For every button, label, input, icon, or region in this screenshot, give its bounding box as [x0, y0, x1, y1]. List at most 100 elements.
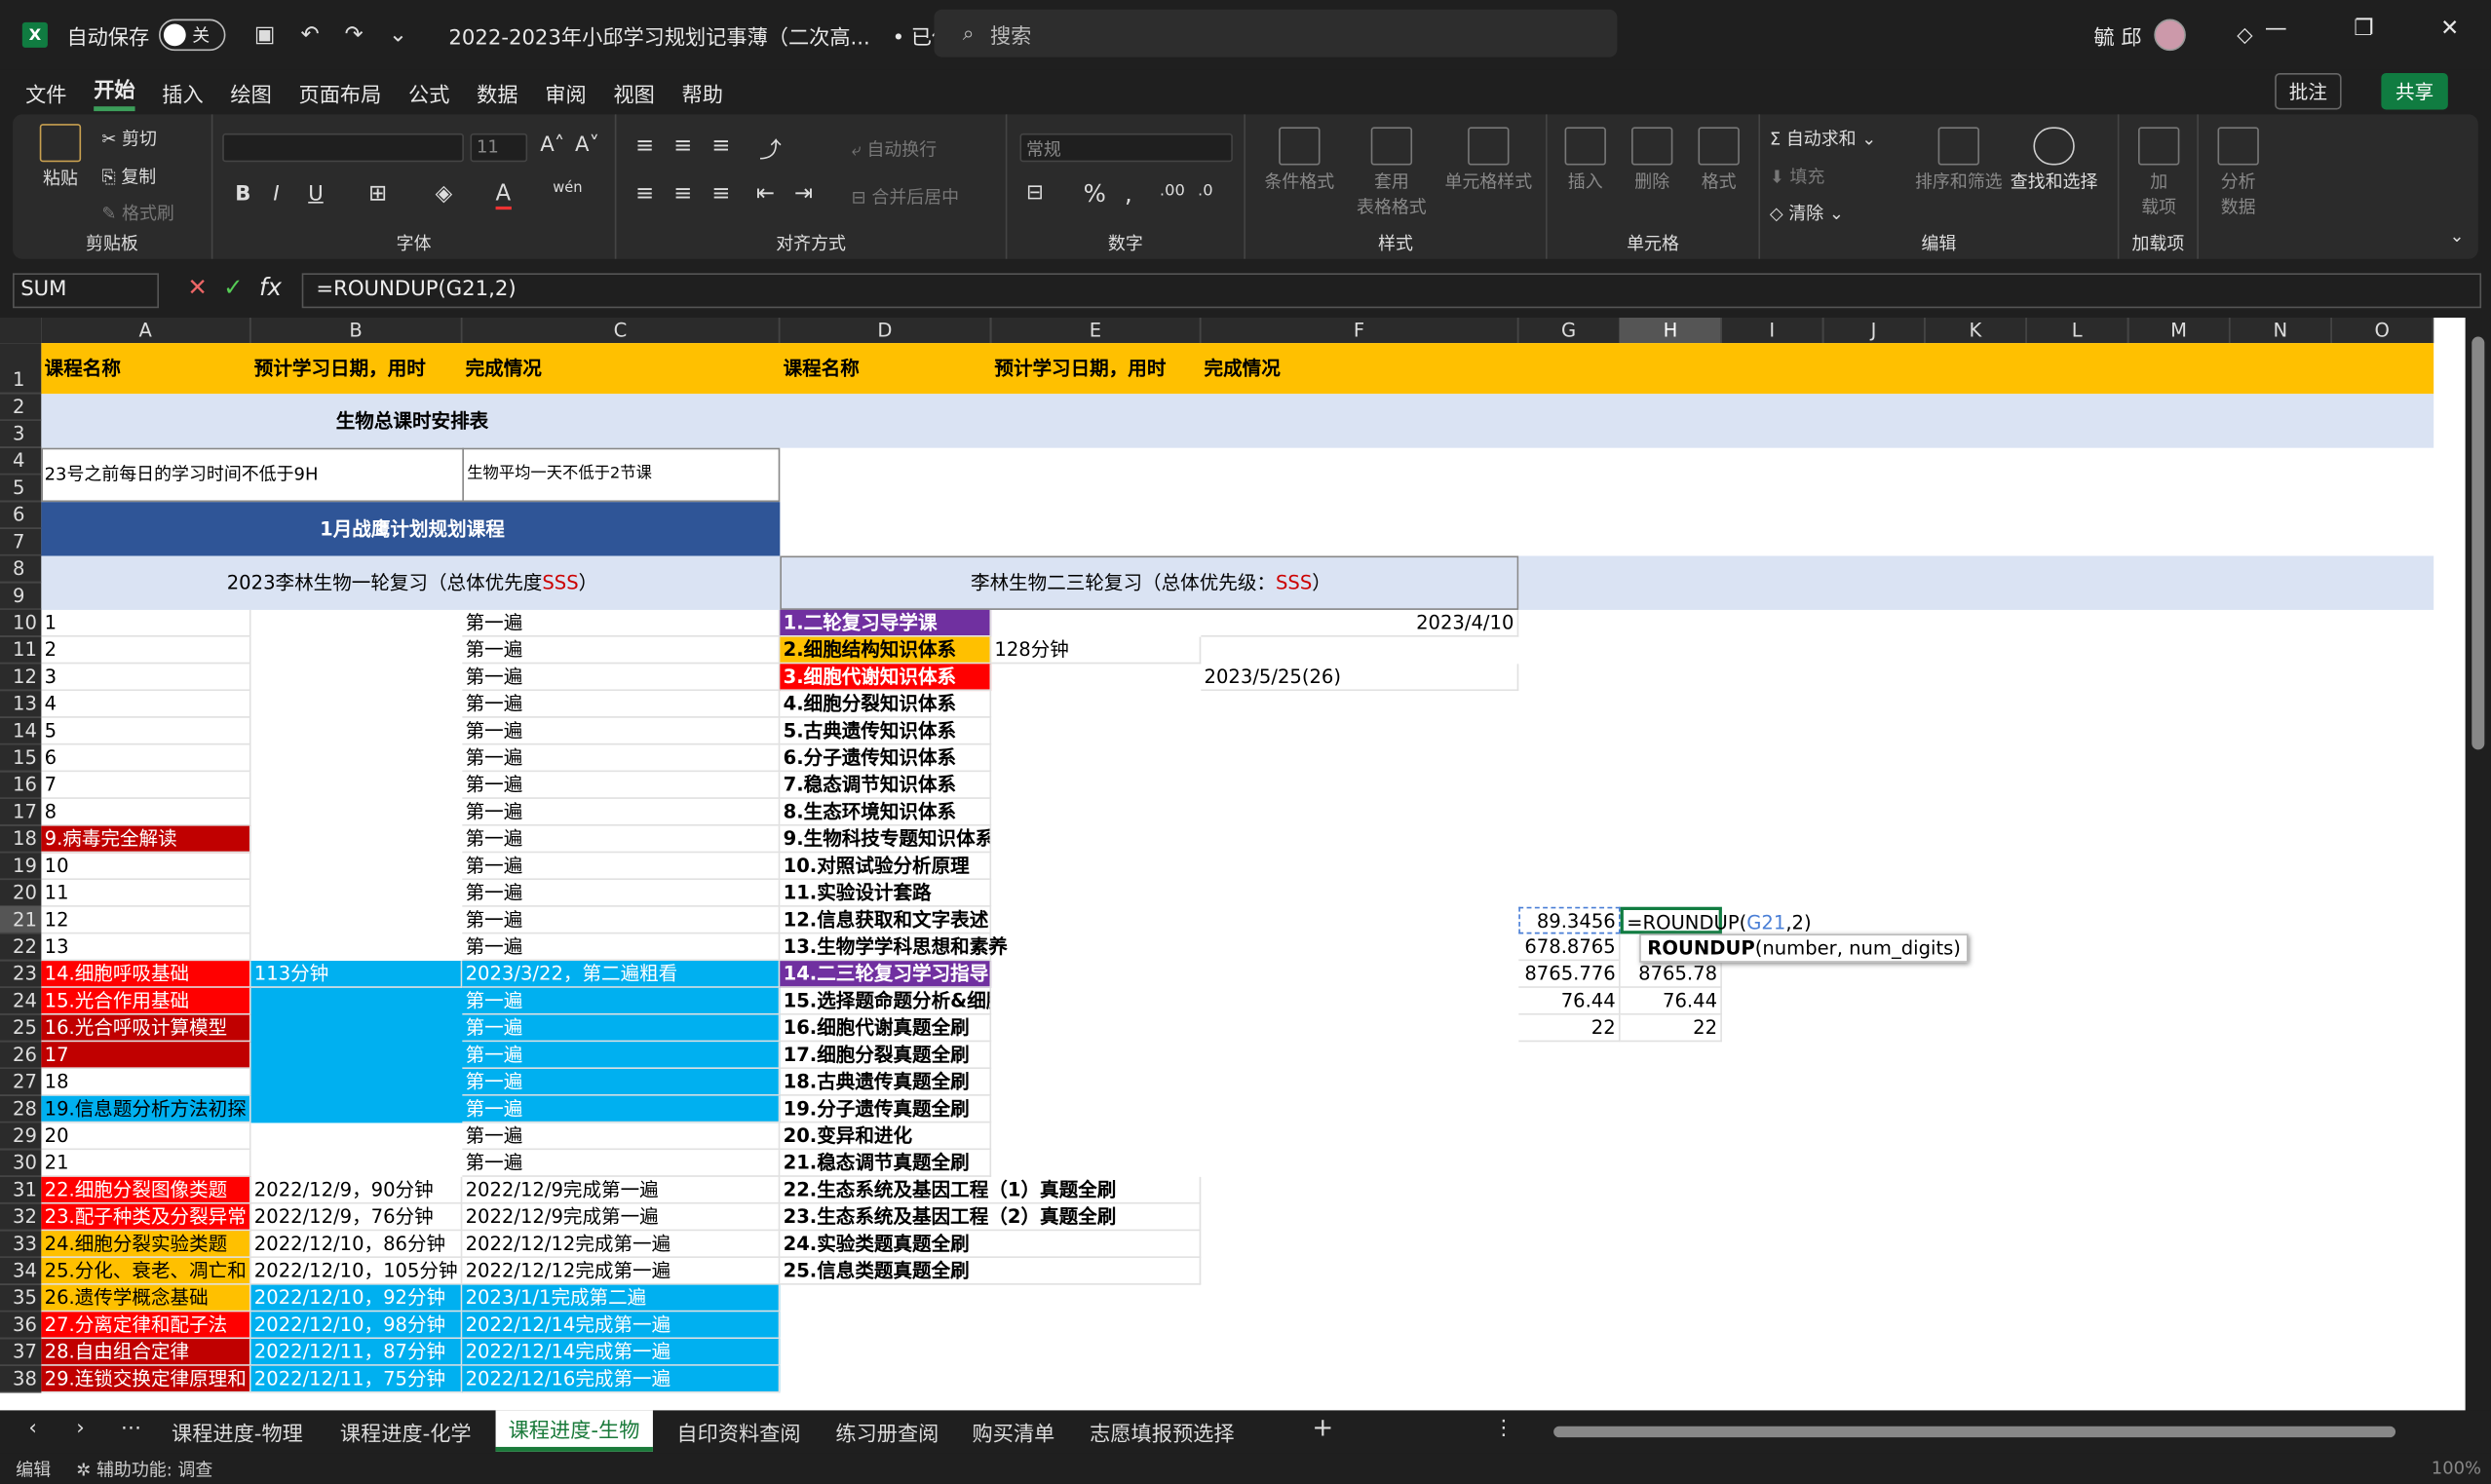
- date-cell-E11[interactable]: 128分钟: [991, 636, 1202, 665]
- decrease-indent-icon[interactable]: ⇤: [756, 181, 775, 207]
- grow-font-icon[interactable]: A˄: [540, 133, 564, 157]
- clear-button[interactable]: ◇ 清除 ⌄: [1770, 200, 1844, 225]
- status-cell-C31[interactable]: 2022/12/9完成第一遍: [462, 1176, 781, 1204]
- row-header-37[interactable]: 37: [0, 1339, 42, 1366]
- status-cell-C11[interactable]: 第一遍: [462, 636, 781, 665]
- diamond-icon[interactable]: ◇: [2237, 23, 2252, 47]
- font-size-select[interactable]: 11: [470, 133, 528, 163]
- row-header-11[interactable]: 11: [0, 636, 42, 665]
- status-cell-C15[interactable]: 第一遍: [462, 744, 781, 773]
- course-cell-A14[interactable]: 5: [41, 717, 251, 745]
- column-header-F[interactable]: F: [1201, 318, 1519, 344]
- wrap-text-button[interactable]: ⤶ 自动换行: [852, 136, 937, 162]
- course-cell-A22[interactable]: 13: [41, 933, 251, 962]
- menu-file[interactable]: 文件: [25, 77, 66, 107]
- row-header-12[interactable]: 12: [0, 664, 42, 692]
- orientation-icon[interactable]: ⤴: [759, 133, 782, 166]
- row-header-18[interactable]: 18: [0, 825, 42, 854]
- bold-button[interactable]: B: [235, 182, 250, 206]
- menu-insert[interactable]: 插入: [162, 77, 203, 107]
- course-cell-D21[interactable]: 12.信息获取和文字表述: [780, 906, 992, 934]
- course-cell-A25[interactable]: 16.光合呼吸计算模型: [41, 1014, 251, 1043]
- row-header-29[interactable]: 29: [0, 1123, 42, 1151]
- row-header-2[interactable]: 2: [0, 394, 42, 421]
- row-header-31[interactable]: 31: [0, 1176, 42, 1204]
- column-header-B[interactable]: B: [250, 318, 463, 344]
- align-left-icon[interactable]: ≡: [635, 181, 654, 207]
- value-cell-H23[interactable]: 8765.78: [1620, 961, 1722, 988]
- align-bottom-icon[interactable]: ≡: [711, 133, 730, 159]
- date-cell-B36[interactable]: 2022/12/10，98分钟: [250, 1312, 463, 1340]
- course-cell-A28[interactable]: 19.信息题分析方法初探: [41, 1095, 251, 1123]
- status-cell-C33[interactable]: 2022/12/12完成第一遍: [462, 1231, 781, 1258]
- find-select-button[interactable]: 查找和选择: [2005, 127, 2103, 193]
- column-header-J[interactable]: J: [1823, 318, 1926, 344]
- more-sheets-icon[interactable]: ⋯: [121, 1417, 141, 1440]
- value-cell-G22[interactable]: 678.8765: [1518, 933, 1621, 962]
- course-cell-A13[interactable]: 4: [41, 691, 251, 718]
- tab-workbooks[interactable]: 练习册查阅: [835, 1417, 939, 1446]
- cut-button[interactable]: ✂ 剪切: [101, 126, 157, 151]
- row-header-26[interactable]: 26: [0, 1042, 42, 1069]
- course-cell-A21[interactable]: 12: [41, 906, 251, 934]
- add-sheet-icon[interactable]: +: [1312, 1412, 1333, 1442]
- status-cell-C27[interactable]: 第一遍: [462, 1068, 781, 1096]
- formula-input[interactable]: =ROUNDUP(G21,2): [301, 273, 2482, 309]
- date-cell-B38[interactable]: 2022/12/11，75分钟: [250, 1365, 463, 1393]
- course-cell-D33[interactable]: 24.实验类题真题全刷: [780, 1231, 1202, 1258]
- row-header-22[interactable]: 22: [0, 933, 42, 962]
- menu-formulas[interactable]: 公式: [408, 77, 449, 107]
- course-cell-D27[interactable]: 18.古典遗传真题全刷: [780, 1068, 992, 1096]
- column-header-G[interactable]: G: [1518, 318, 1621, 344]
- format-as-table-button[interactable]: 套用 表格格式: [1347, 127, 1436, 219]
- course-cell-A27[interactable]: 18: [41, 1068, 251, 1096]
- row-header-24[interactable]: 24: [0, 987, 42, 1015]
- fill-color-icon[interactable]: ◈: [436, 181, 453, 207]
- course-cell-A19[interactable]: 10: [41, 853, 251, 881]
- phonetic-icon[interactable]: wén: [553, 181, 582, 197]
- course-cell-A35[interactable]: 26.遗传学概念基础: [41, 1284, 251, 1313]
- status-cell-C25[interactable]: 第一遍: [462, 1014, 781, 1043]
- course-cell-D30[interactable]: 21.稳态调节真题全刷: [780, 1150, 992, 1177]
- row-header-7[interactable]: 7: [0, 528, 42, 556]
- row-header-3[interactable]: 3: [0, 420, 42, 448]
- course-cell-D23[interactable]: 14.二三轮复习学习指导: [780, 961, 992, 988]
- row-header-4[interactable]: 4: [0, 447, 42, 476]
- row-header-9[interactable]: 9: [0, 583, 42, 610]
- course-cell-D13[interactable]: 4.细胞分裂知识体系: [780, 691, 992, 718]
- customize-qat-icon[interactable]: ⌄: [389, 22, 407, 48]
- row-header-16[interactable]: 16: [0, 772, 42, 799]
- course-cell-A20[interactable]: 11: [41, 880, 251, 907]
- column-header-K[interactable]: K: [1925, 318, 2027, 344]
- course-cell-D28[interactable]: 19.分子遗传真题全刷: [780, 1095, 992, 1123]
- course-cell-D29[interactable]: 20.变异和进化: [780, 1123, 992, 1151]
- collapse-ribbon-icon[interactable]: ⌄: [2449, 225, 2464, 246]
- insert-cells-button[interactable]: 插入: [1553, 127, 1617, 193]
- prev-sheet-icon[interactable]: ‹: [28, 1417, 36, 1440]
- course-cell-D25[interactable]: 16.细胞代谢真题全刷: [780, 1014, 992, 1043]
- header-cell-A[interactable]: 课程名称: [41, 343, 121, 394]
- status-cell-C30[interactable]: 第一遍: [462, 1150, 781, 1177]
- column-header-O[interactable]: O: [2331, 318, 2434, 344]
- status-cell-C29[interactable]: 第一遍: [462, 1123, 781, 1151]
- column-header-A[interactable]: A: [41, 318, 251, 344]
- tab-physics[interactable]: 课程进度-物理: [172, 1417, 303, 1446]
- course-cell-A10[interactable]: 1: [41, 609, 251, 637]
- status-cell-C34[interactable]: 2022/12/12完成第一遍: [462, 1257, 781, 1285]
- date-cell-B33[interactable]: 2022/12/10，86分钟: [250, 1231, 463, 1258]
- column-header-I[interactable]: I: [1721, 318, 1824, 344]
- column-header-C[interactable]: C: [462, 318, 781, 344]
- course-cell-A31[interactable]: 22.细胞分裂图像类题: [41, 1176, 251, 1204]
- course-cell-A36[interactable]: 27.分离定律和配子法: [41, 1312, 251, 1340]
- course-cell-D22[interactable]: 13.生物学学科思想和素养: [780, 933, 1008, 962]
- zoom-level[interactable]: 100%: [2432, 1458, 2481, 1478]
- menu-home[interactable]: 开始: [94, 73, 135, 112]
- row-header-23[interactable]: 23: [0, 961, 42, 988]
- menu-draw[interactable]: 绘图: [230, 77, 271, 107]
- menu-view[interactable]: 视图: [613, 77, 654, 107]
- date-cell-B34[interactable]: 2022/12/10，105分钟: [250, 1257, 463, 1285]
- row-header-32[interactable]: 32: [0, 1203, 42, 1232]
- format-painter-button[interactable]: ✎ 格式刷: [101, 200, 174, 225]
- course-cell-A37[interactable]: 28.自由组合定律: [41, 1339, 251, 1366]
- autosave-toggle[interactable]: 关: [159, 19, 226, 52]
